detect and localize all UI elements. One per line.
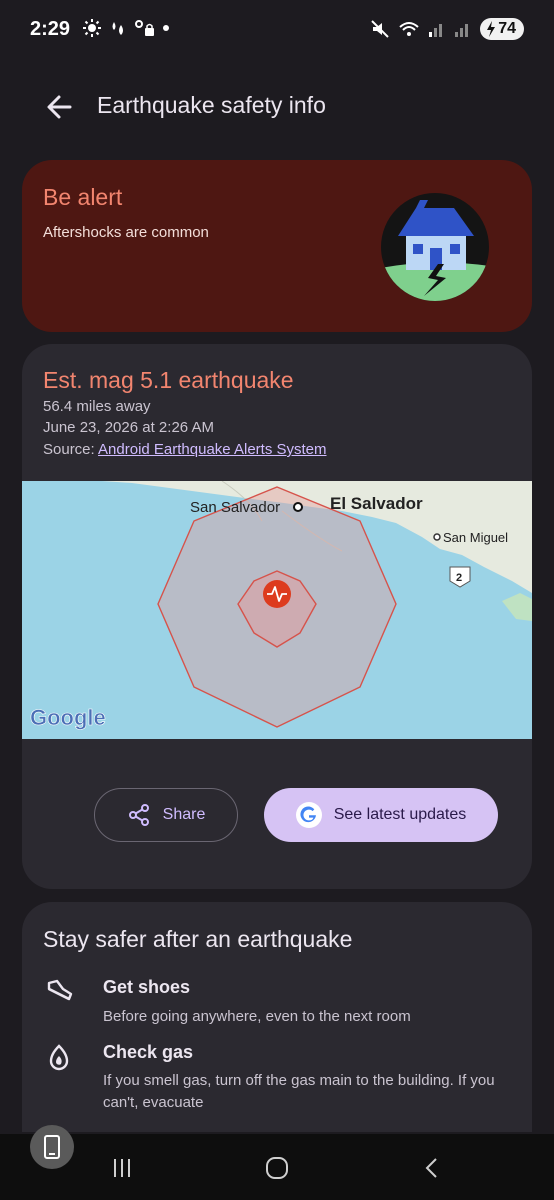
arrow-back-icon	[47, 95, 72, 119]
safety-tips-card: Stay safer after an earthquake Get shoes…	[22, 902, 532, 1132]
road-number: 2	[456, 572, 462, 584]
map-label-el-salvador: El Salvador	[330, 494, 423, 513]
recents-icon	[114, 1159, 130, 1177]
sun-icon	[83, 19, 101, 37]
safety-title: Stay safer after an earthquake	[43, 926, 353, 952]
system-back-button[interactable]	[412, 1152, 452, 1184]
tip-title-gas: Check gas	[103, 1042, 194, 1062]
screen-mode-button[interactable]	[30, 1125, 74, 1169]
quake-title: Est. mag 5.1 earthquake	[43, 367, 294, 393]
status-right-icons: 74	[370, 18, 524, 40]
tip-title-shoes: Get shoes	[103, 977, 191, 997]
dot-icon	[163, 25, 169, 31]
status-left-icons	[82, 18, 170, 38]
earthquake-map[interactable]: San Salvador El Salvador San Miguel 2 Go…	[22, 481, 532, 739]
status-time: 2:29	[30, 18, 71, 40]
battery-indicator: 74	[480, 18, 524, 40]
navigation-bar	[0, 1134, 554, 1200]
app-bar: Earthquake safety info	[0, 76, 554, 136]
home-circle-icon	[266, 1157, 288, 1179]
alert-title: Be alert	[43, 184, 123, 210]
rain-drops-icon	[112, 22, 123, 35]
tip-desc-gas: If you smell gas, turn off the gas main …	[103, 1072, 495, 1111]
gas-flame-icon	[49, 1044, 69, 1071]
quake-source: Source: Android Earthquake Alerts System	[43, 441, 327, 458]
lock-network-icon	[135, 20, 154, 36]
google-logo: Google	[30, 705, 106, 730]
city-marker	[293, 502, 303, 512]
cracked-house-illustration	[381, 193, 489, 301]
google-g-icon	[295, 802, 322, 828]
home-button[interactable]	[257, 1152, 297, 1184]
status-bar: 2:29 74	[0, 0, 554, 60]
quake-distance: 56.4 miles away	[43, 398, 151, 415]
battery-level: 74	[498, 20, 516, 37]
share-label: Share	[162, 806, 206, 823]
page-title: Earthquake safety info	[97, 92, 326, 118]
back-button[interactable]	[40, 90, 80, 124]
map-label-san-miguel: San Miguel	[443, 530, 508, 545]
shoe-icon	[47, 979, 73, 1001]
earthquake-details-card: Est. mag 5.1 earthquake 56.4 miles away …	[22, 344, 532, 889]
phone-icon	[44, 1135, 60, 1159]
chevron-left-icon	[425, 1158, 437, 1178]
charging-icon	[487, 21, 496, 37]
signal-icon	[429, 24, 443, 37]
map-label-san-salvador: San Salvador	[190, 499, 280, 516]
share-button[interactable]: Share	[94, 788, 238, 842]
city-dot	[433, 533, 441, 541]
source-link[interactable]: Android Earthquake Alerts System	[98, 441, 326, 458]
share-icon	[128, 804, 149, 826]
aftershock-alert-card: Be alert Aftershocks are common	[22, 160, 532, 332]
recents-button[interactable]	[102, 1152, 142, 1184]
quake-datetime: June 23, 2026 at 2:26 AM	[43, 419, 214, 436]
see-latest-updates-button[interactable]: See latest updates	[264, 788, 498, 842]
mute-icon	[371, 20, 389, 38]
see-latest-updates-label: See latest updates	[333, 806, 467, 823]
source-prefix: Source:	[43, 441, 99, 458]
tip-desc-shoes: Before going anywhere, even to the next …	[103, 1008, 411, 1025]
signal-icon-2	[455, 24, 469, 37]
alert-subtitle: Aftershocks are common	[43, 224, 209, 241]
wifi-icon	[399, 22, 419, 36]
